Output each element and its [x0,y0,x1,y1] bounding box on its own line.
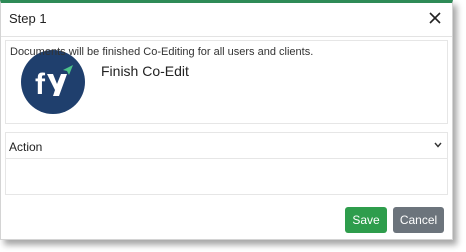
close-icon [429,12,441,24]
workflow-logo: f [21,50,85,114]
dialog-header: Step 1 [1,3,452,37]
chevron-down-icon [434,142,442,148]
step-name: Finish Co-Edit [101,63,189,79]
dialog-title: Step 1 [9,11,47,26]
cancel-button[interactable]: Cancel [393,207,444,233]
close-button[interactable] [424,7,446,29]
action-section-toggle[interactable]: Action [6,133,447,159]
save-button[interactable]: Save [345,207,387,233]
step-dialog: Step 1 f Finish Co-Edit Action Documents… [0,0,453,240]
svg-text:f: f [35,68,46,101]
action-title: Action [9,140,43,154]
action-description: Documents will be finished Co-Editing fo… [10,46,314,58]
action-panel: Action [5,132,448,195]
